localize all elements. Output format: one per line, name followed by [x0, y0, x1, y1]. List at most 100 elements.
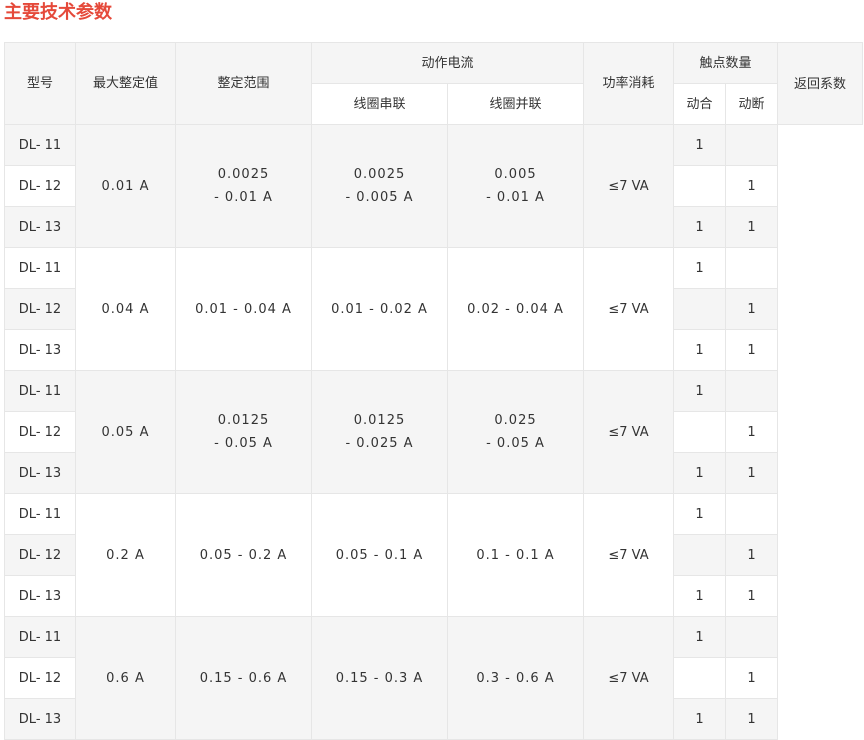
model-cell: DL- 12: [4, 411, 76, 453]
break-contact-cell: 1: [725, 206, 779, 248]
model-cell: DL- 13: [4, 206, 76, 248]
model-cell: DL- 12: [4, 534, 76, 576]
model-cell: DL- 13: [4, 452, 76, 494]
break-contact-cell: 1: [725, 288, 779, 330]
model-cell: DL- 11: [4, 124, 76, 166]
setting-range-cell-line: 0.0125: [217, 413, 270, 428]
break-contact-cell: [725, 616, 779, 658]
coil-series-cell-line: 0.05 - 0.1 A: [335, 547, 424, 563]
break-contact-cell: 1: [725, 165, 779, 207]
header-max-setting: 最大整定值: [75, 42, 176, 125]
coil-series-cell-line: 0.01 - 0.02 A: [331, 301, 428, 317]
coil-parallel-cell: 0.005 - 0.01 A: [446, 124, 585, 248]
coil-series-cell: 0.0025 - 0.005 A: [311, 124, 448, 248]
make-contact-cell: [673, 288, 727, 330]
break-contact-cell: 1: [725, 575, 779, 617]
make-contact-cell: 1: [673, 124, 727, 166]
table-row: DL- 11 0.04 A 0.01 - 0.04 A 0.01 - 0.02 A 0.…: [4, 247, 863, 371]
setting-range-cell-line: 0.0025: [217, 167, 270, 182]
make-contact-cell: 1: [673, 247, 727, 289]
coil-parallel-cell: 0.025 - 0.05 A: [446, 370, 585, 494]
break-contact-cell: 1: [725, 698, 779, 740]
make-contact-cell: [673, 534, 727, 576]
max-setting-cell: 0.01 A: [75, 124, 176, 248]
coil-series-cell-line: - 0.025 A: [345, 436, 414, 451]
coil-series-cell-line: 0.15 - 0.3 A: [335, 670, 424, 686]
header-make-contact: 动合: [673, 83, 727, 125]
coil-series-cell-line: 0.0125: [353, 413, 406, 428]
coil-series-cell-line: 0.0025: [353, 167, 406, 182]
model-cell: DL- 11: [4, 370, 76, 412]
coil-parallel-cell: 0.02 - 0.04 A: [446, 247, 585, 371]
max-setting-cell: 0.2 A: [75, 493, 176, 617]
make-contact-cell: 1: [673, 698, 727, 740]
setting-range-cell: 0.0125 - 0.05 A: [175, 370, 312, 494]
make-contact-cell: 1: [673, 370, 727, 412]
coil-series-cell: 0.05 - 0.1 A: [311, 493, 448, 617]
break-contact-cell: [725, 493, 779, 535]
model-cell: DL- 13: [4, 329, 76, 371]
make-contact-cell: 1: [673, 452, 727, 494]
break-contact-cell: [725, 247, 779, 289]
header-model: 型号: [4, 42, 76, 125]
model-cell: DL- 13: [4, 698, 76, 740]
coil-series-cell: 0.15 - 0.3 A: [311, 616, 448, 740]
coil-parallel-cell-line: - 0.05 A: [486, 436, 545, 451]
coil-parallel-cell-line: 0.025: [494, 413, 537, 428]
max-setting-cell: 0.6 A: [75, 616, 176, 740]
max-setting-cell: 0.04 A: [75, 247, 176, 371]
break-contact-cell: 1: [725, 657, 779, 699]
make-contact-cell: 1: [673, 329, 727, 371]
break-contact-cell: 1: [725, 411, 779, 453]
make-contact-cell: 1: [673, 206, 727, 248]
header-operating-current: 动作电流: [310, 42, 585, 84]
coil-series-cell: 0.01 - 0.02 A: [311, 247, 448, 371]
coil-parallel-cell: 0.1 - 0.1 A: [446, 493, 585, 617]
power-cell: ≤7 VA: [583, 370, 675, 494]
make-contact-cell: [673, 657, 727, 699]
make-contact-cell: 1: [673, 575, 727, 617]
model-cell: DL- 11: [4, 493, 76, 535]
break-contact-cell: 1: [725, 452, 779, 494]
setting-range-cell-line: 0.15 - 0.6 A: [199, 670, 288, 686]
header-break-contact: 动断: [725, 83, 779, 125]
power-cell: ≤7 VA: [583, 247, 675, 371]
setting-range-cell-line: - 0.05 A: [214, 436, 273, 451]
break-contact-cell: 1: [725, 534, 779, 576]
table-row: DL- 11 0.01 A 0.0025 - 0.01 A 0.0025 - 0.005 …: [4, 124, 863, 248]
make-contact-cell: 1: [673, 616, 727, 658]
break-contact-cell: [725, 370, 779, 412]
model-cell: DL- 13: [4, 575, 76, 617]
coil-parallel-cell-line: 0.3 - 0.6 A: [476, 670, 555, 686]
model-cell: DL- 12: [4, 165, 76, 207]
coil-parallel-cell-line: 0.02 - 0.04 A: [467, 301, 564, 317]
header-power: 功率消耗: [583, 42, 675, 125]
model-cell: DL- 11: [4, 616, 76, 658]
model-cell: DL- 11: [4, 247, 76, 289]
header-coil-series: 线圈串联: [311, 83, 448, 125]
break-contact-cell: [725, 124, 779, 166]
coil-series-cell: 0.0125 - 0.025 A: [311, 370, 448, 494]
setting-range-cell: 0.0025 - 0.01 A: [175, 124, 312, 248]
header-coil-parallel: 线圈并联: [446, 83, 585, 125]
setting-range-cell-line: 0.01 - 0.04 A: [195, 301, 292, 317]
break-contact-cell: 1: [725, 329, 779, 371]
power-cell: ≤7 VA: [583, 124, 675, 248]
max-setting-cell: 0.05 A: [75, 370, 176, 494]
setting-range-cell: 0.15 - 0.6 A: [175, 616, 312, 740]
table-row: DL- 11 0.2 A 0.05 - 0.2 A 0.05 - 0.1 A 0.1 -…: [4, 493, 863, 617]
model-cell: DL- 12: [4, 657, 76, 699]
section-title: 主要技术参数: [4, 2, 112, 23]
coil-parallel-cell: 0.3 - 0.6 A: [446, 616, 585, 740]
table-row: DL- 11 0.05 A 0.0125 - 0.05 A 0.0125 - 0.025 …: [4, 370, 863, 494]
model-cell: DL- 12: [4, 288, 76, 330]
setting-range-cell: 0.05 - 0.2 A: [175, 493, 312, 617]
make-contact-cell: [673, 165, 727, 207]
setting-range-cell-line: - 0.01 A: [214, 190, 273, 205]
make-contact-cell: 1: [673, 493, 727, 535]
setting-range-cell-line: 0.05 - 0.2 A: [199, 547, 288, 563]
coil-series-cell-line: - 0.005 A: [345, 190, 414, 205]
parameters-table: 型号 最大整定值 整定范围 动作电流 功率消耗 触点数量 返回系数 线圈串联 线…: [4, 42, 864, 740]
header-contacts: 触点数量: [673, 42, 779, 84]
power-cell: ≤7 VA: [583, 616, 675, 740]
